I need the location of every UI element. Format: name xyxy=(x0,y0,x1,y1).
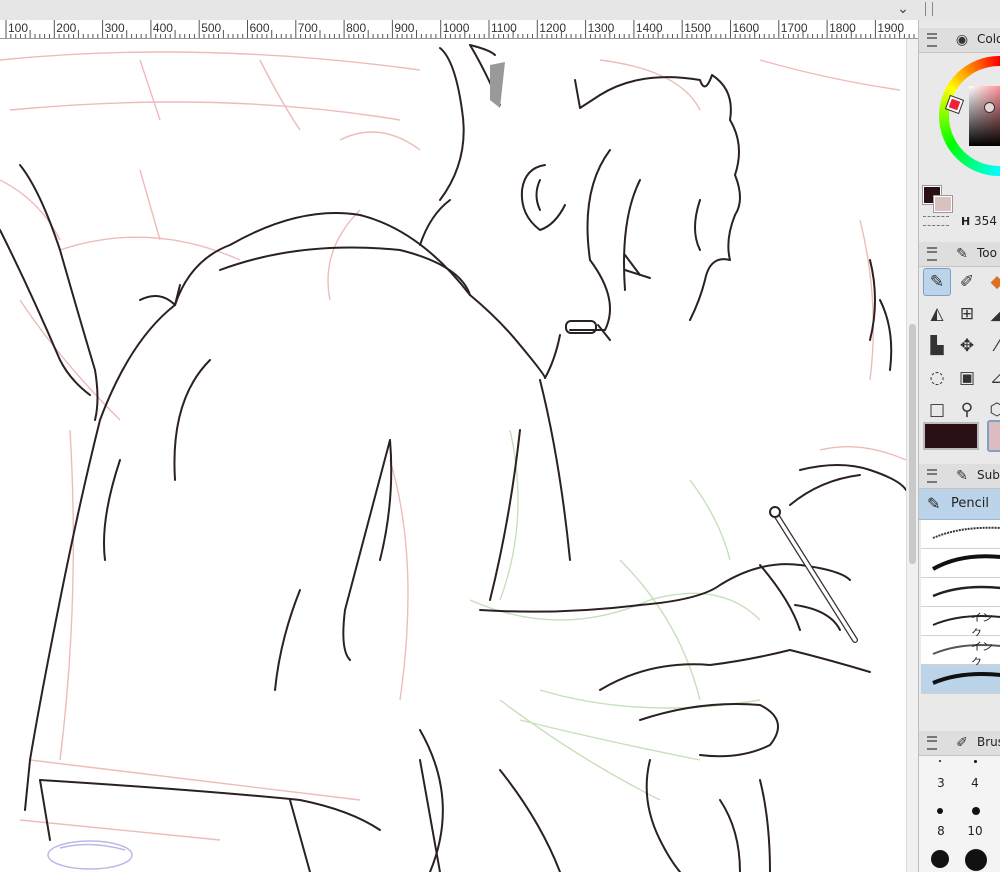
fill-tool-icon[interactable]: ◢ xyxy=(983,300,1000,328)
panel-grip-icon[interactable] xyxy=(925,2,933,16)
brush-preset-4[interactable]: インク xyxy=(921,607,1000,640)
ruler-label: 400 xyxy=(152,21,173,35)
ruler-label: 200 xyxy=(56,21,77,35)
ruler-label: 1100 xyxy=(491,21,517,35)
tool-panel-title: Too xyxy=(977,246,997,260)
color-panel-title: Colo xyxy=(977,32,1000,46)
size-dot[interactable] xyxy=(931,850,949,868)
ruler-label: 600 xyxy=(249,21,270,35)
shading-marks xyxy=(490,62,505,108)
ruler-label: 1300 xyxy=(587,21,615,35)
subtool-selected-label: Pencil xyxy=(951,496,989,511)
ruler-label: 1900 xyxy=(877,21,905,35)
panel-menu-icon[interactable] xyxy=(927,736,937,750)
ruler-label: 1800 xyxy=(829,21,856,35)
size-dot[interactable] xyxy=(965,849,987,871)
sub-color-chip[interactable] xyxy=(987,420,1000,452)
brush-icon: ✐ xyxy=(956,735,968,751)
right-dock: ◉ Colo H 354 ✎ Too ✎ ✐ ◆ ◭ ⊞ ◢ ▙ ✥ ⁄ ◌ ▣… xyxy=(918,20,1000,872)
sub-color-swatch[interactable] xyxy=(933,195,953,213)
brush-size-8[interactable]: 8 xyxy=(923,824,959,838)
ruler-label: 1500 xyxy=(684,21,711,35)
brush-preset-1[interactable] xyxy=(921,520,1000,549)
ruler-label: 1700 xyxy=(780,21,808,35)
main-color-chip[interactable] xyxy=(923,422,979,450)
pen-tool-icon[interactable]: ✎ xyxy=(923,268,951,296)
ruler-label: 300 xyxy=(104,21,125,35)
ruler-label: 1600 xyxy=(732,21,760,35)
blue-sketch-layer xyxy=(47,840,133,870)
size-dot[interactable] xyxy=(937,808,943,814)
decoration-tool-icon[interactable]: ◆ xyxy=(983,268,1000,296)
subtool-panel-title: Sub xyxy=(977,468,1000,482)
horizontal-ruler: 100 200 300 400 500 600 700 800 900 1000 1100 1200 1… xyxy=(0,20,918,39)
tool-panel-header[interactable]: ✎ Too xyxy=(919,242,1000,267)
magic-wand-icon[interactable]: ⁄ xyxy=(983,332,1000,360)
marker-tool-icon[interactable]: ✐ xyxy=(953,268,981,296)
ruler-label: 900 xyxy=(394,21,415,35)
panel-menu-icon[interactable] xyxy=(927,33,937,47)
sketch-artwork xyxy=(0,44,906,872)
panel-menu-icon[interactable] xyxy=(927,469,937,483)
color-wheel-icon: ◉ xyxy=(955,32,969,48)
ruler-label: 1400 xyxy=(635,21,663,35)
pen-icon: ✎ xyxy=(956,246,968,262)
color-panel-header[interactable]: ◉ Colo xyxy=(919,28,1000,53)
brush-preset-5[interactable]: インク xyxy=(921,636,1000,669)
hue-label: H xyxy=(961,215,971,228)
subtool-tab-pencil[interactable]: ✎ Pencil xyxy=(919,489,1000,520)
ruler-label: 100 xyxy=(8,21,29,35)
brush-size-4[interactable]: 4 xyxy=(957,776,993,790)
brush-preset-6[interactable] xyxy=(921,665,1000,694)
eraser-tool-icon[interactable]: ◭ xyxy=(923,300,951,328)
pencil-icon: ✎ xyxy=(927,494,941,513)
scroll-thumb[interactable] xyxy=(909,324,916,564)
ruler-label: 700 xyxy=(297,21,318,35)
color-wheel[interactable] xyxy=(939,56,1000,176)
brush-preset-2[interactable] xyxy=(921,549,1000,578)
color-picker-marker[interactable] xyxy=(984,102,995,113)
lasso-tool-icon[interactable]: ◌ xyxy=(923,364,951,392)
size-dot[interactable] xyxy=(972,807,980,815)
gradient-tool-icon[interactable]: ▣ xyxy=(953,364,981,392)
drawing-canvas[interactable] xyxy=(0,39,906,872)
ruler-label: 1000 xyxy=(442,21,470,35)
brush-size-panel-title: Brus xyxy=(977,735,1000,749)
size-dot[interactable] xyxy=(939,760,941,762)
ruler-label: 1200 xyxy=(539,21,566,35)
subtool-panel-header[interactable]: ✎ Sub xyxy=(919,464,1000,489)
zoom-icon[interactable]: ⚲ xyxy=(953,396,981,424)
grid-tool-icon[interactable]: ⊞ xyxy=(953,300,981,328)
hue-readout: H 354 xyxy=(961,214,997,228)
hue-value: 354 xyxy=(974,214,997,228)
frame-tool-icon[interactable]: □ xyxy=(923,396,951,424)
move-tool-icon[interactable]: ✥ xyxy=(953,332,981,360)
ruler-label: 800 xyxy=(346,21,367,35)
chevron-down-icon[interactable]: ⌄ xyxy=(893,0,913,18)
ruler-label: 500 xyxy=(201,21,222,35)
transparent-color-icon[interactable] xyxy=(923,216,949,226)
blend-tool-icon[interactable]: ▙ xyxy=(923,332,951,360)
brush-size-3[interactable]: 3 xyxy=(923,776,959,790)
brush-size-10[interactable]: 10 xyxy=(957,824,993,838)
panel-menu-icon[interactable] xyxy=(927,247,937,261)
object-tool-icon[interactable]: ⊿ xyxy=(983,364,1000,392)
title-bar: ⌄ xyxy=(0,0,1000,21)
rough-sketch-layer xyxy=(0,51,906,841)
saturation-value-square[interactable] xyxy=(969,86,1000,146)
brush-size-panel-header[interactable]: ✐ Brus xyxy=(919,731,1000,756)
pen-icon: ✎ xyxy=(956,468,968,484)
brush-preset-3[interactable] xyxy=(921,578,1000,607)
size-dot[interactable] xyxy=(974,760,977,763)
ink-line-art xyxy=(0,44,906,872)
